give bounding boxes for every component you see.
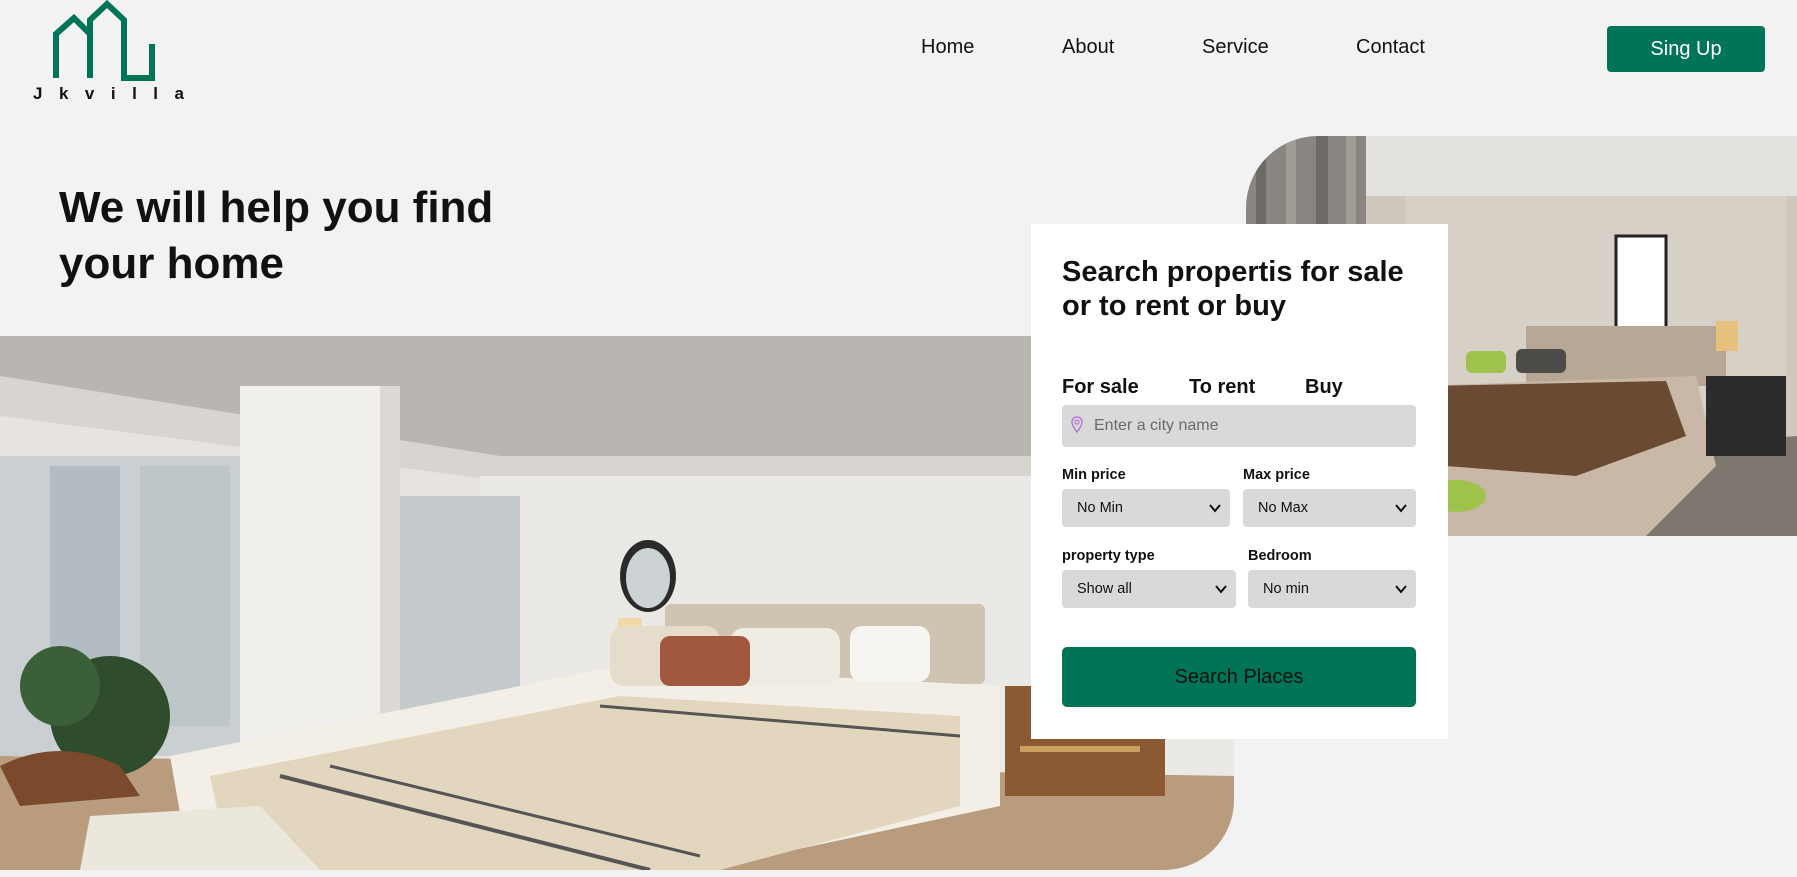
nav-service-link[interactable]: Service xyxy=(1202,36,1269,59)
hero-title: We will help you find your home xyxy=(59,183,494,288)
logo[interactable]: Jkvilla xyxy=(30,0,184,105)
signup-button[interactable]: Sing Up xyxy=(1607,26,1765,72)
brand-name: Jkvilla xyxy=(33,84,201,103)
max-price-select[interactable]: No Max xyxy=(1243,489,1416,527)
chevron-down-icon xyxy=(1209,504,1221,513)
bedroom-select[interactable]: No min xyxy=(1248,570,1416,608)
tab-for-sale[interactable]: For sale xyxy=(1062,376,1139,399)
search-card: Search propertis for sale or to rent or … xyxy=(1031,224,1448,739)
tab-to-rent[interactable]: To rent xyxy=(1189,376,1255,399)
house-outline-logo-icon xyxy=(53,0,155,81)
min-price-select[interactable]: No Min xyxy=(1062,489,1230,527)
property-type-label: property type xyxy=(1062,548,1155,564)
search-places-button[interactable]: Search Places xyxy=(1062,647,1416,707)
nav-home-link[interactable]: Home xyxy=(921,36,974,59)
min-price-label: Min price xyxy=(1062,467,1126,483)
city-search-field[interactable] xyxy=(1062,405,1416,447)
max-price-value: No Max xyxy=(1258,500,1308,516)
city-input[interactable] xyxy=(1062,405,1416,447)
min-price-value: No Min xyxy=(1077,500,1123,516)
chevron-down-icon xyxy=(1215,585,1227,594)
tab-buy[interactable]: Buy xyxy=(1305,376,1343,399)
nav-contact-link[interactable]: Contact xyxy=(1356,36,1425,59)
bedroom-value: No min xyxy=(1263,581,1309,597)
max-price-label: Max price xyxy=(1243,467,1310,483)
property-type-value: Show all xyxy=(1077,581,1132,597)
chevron-down-icon xyxy=(1395,504,1407,513)
search-card-title: Search propertis for sale or to rent or … xyxy=(1062,256,1404,322)
search-tabs: For sale To rent Buy xyxy=(1062,350,1416,410)
chevron-down-icon xyxy=(1395,585,1407,594)
nav-about-link[interactable]: About xyxy=(1062,36,1114,59)
property-type-select[interactable]: Show all xyxy=(1062,570,1236,608)
bedroom-label: Bedroom xyxy=(1248,548,1312,564)
